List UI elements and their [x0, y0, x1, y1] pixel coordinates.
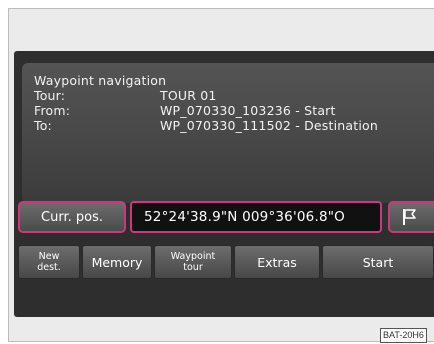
position-row: Curr. pos. 52°24'38.9"N 009°36'06.8"O — [18, 201, 434, 239]
start-button[interactable]: Start — [322, 245, 434, 279]
from-label: From: — [34, 103, 71, 118]
waypoint-tour-label-line-2: tour — [183, 262, 203, 273]
waypoint-tour-button[interactable]: Waypoint tour — [154, 245, 232, 279]
flag-icon — [403, 209, 416, 225]
new-destination-button[interactable]: New dest. — [18, 245, 80, 279]
current-position-label: Curr. pos. — [41, 209, 103, 225]
tour-value: TOUR 01 — [160, 88, 217, 103]
to-label: To: — [34, 118, 52, 133]
extras-label: Extras — [257, 254, 297, 270]
function-bar: New dest. Memory Waypoint tour Extras St… — [14, 245, 434, 281]
current-position-button[interactable]: Curr. pos. — [18, 201, 126, 233]
flag-button[interactable] — [388, 201, 434, 233]
coordinates-display: 52°24'38.9"N 009°36'06.8"O — [130, 201, 382, 233]
memory-button[interactable]: Memory — [82, 245, 152, 279]
navigation-screen: Waypoint navigation Tour: TOUR 01 From: … — [14, 51, 434, 317]
to-value: WP_070330_111502 - Destination — [160, 118, 379, 133]
figure-code: BAT-20H6 — [380, 328, 427, 343]
extras-button[interactable]: Extras — [234, 245, 320, 279]
new-destination-label-line-2: dest. — [37, 262, 61, 273]
start-label: Start — [362, 254, 394, 270]
waypoint-tour-label-line-1: Waypoint — [170, 251, 216, 262]
memory-label: Memory — [91, 254, 143, 270]
panel-heading: Waypoint navigation — [34, 73, 167, 88]
tour-label: Tour: — [34, 88, 66, 103]
from-value: WP_070330_103236 - Start — [160, 103, 336, 118]
new-destination-label-line-1: New — [38, 251, 60, 262]
waypoint-info-panel: Waypoint navigation Tour: TOUR 01 From: … — [22, 63, 434, 203]
coordinates-value: 52°24'38.9"N 009°36'06.8"O — [144, 209, 345, 225]
